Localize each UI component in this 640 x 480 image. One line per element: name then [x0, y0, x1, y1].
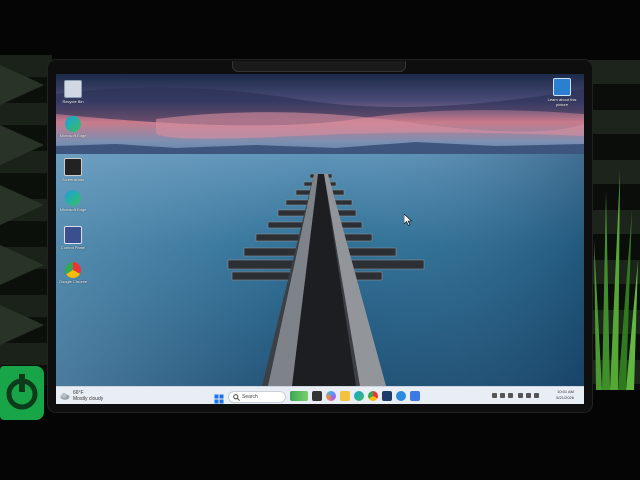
widgets-button[interactable]: [290, 391, 308, 401]
edge-icon: [65, 190, 81, 206]
desktop-icon-label: Control Panel: [60, 245, 86, 250]
start-button[interactable]: [214, 391, 224, 404]
camera-notch: [232, 61, 406, 72]
taskbar-clock[interactable]: 10:01 AM 5/21/2026: [534, 389, 574, 403]
recycle-bin-icon: [64, 80, 82, 98]
cloud-icon: [60, 393, 70, 400]
tray-app-icon[interactable]: [500, 393, 505, 398]
desktop-icon-label: Screenshots: [61, 177, 85, 182]
control-panel-icon: [64, 226, 82, 244]
folder-icon: [64, 158, 82, 176]
mouse-cursor-icon: [404, 214, 412, 226]
photos-icon[interactable]: [410, 391, 420, 401]
power-icon: [6, 374, 38, 410]
laptop-screen: Recycle Bin Microsoft Edge Screenshots M…: [56, 74, 584, 404]
desktop-icon-label: Learn about this picture: [547, 97, 577, 107]
weather-condition: Mostly cloudy: [73, 396, 104, 402]
desktop-icon-chrome[interactable]: Google Chrome: [58, 262, 88, 284]
power-logo-badge: [0, 366, 44, 420]
weather-widget[interactable]: 66°F Mostly cloudy: [60, 390, 120, 402]
foam-spike: [0, 305, 44, 345]
desktop-wallpaper: [56, 74, 584, 386]
chrome-icon: [65, 262, 81, 278]
tray-app-icon[interactable]: [508, 393, 513, 398]
foam-spike: [0, 185, 44, 225]
desktop-icon-control-panel[interactable]: Control Panel: [58, 226, 88, 250]
chevron-up-icon[interactable]: [492, 393, 497, 398]
search-icon: [233, 393, 240, 401]
clock-date: 5/21/2026: [556, 395, 574, 400]
foam-spike: [0, 65, 44, 105]
desktop-icon-label: Google Chrome: [58, 279, 88, 284]
desktop-icon-edge-2[interactable]: Microsoft Edge: [58, 190, 88, 212]
volume-icon[interactable]: [526, 393, 531, 398]
file-explorer-icon[interactable]: [340, 391, 350, 401]
store-icon[interactable]: [382, 391, 392, 401]
learn-picture-icon: [553, 78, 571, 96]
desktop-icon-screenshots[interactable]: Screenshots: [58, 158, 88, 182]
copilot-icon[interactable]: [326, 391, 336, 401]
acoustic-foam-left: [0, 55, 52, 385]
chrome-taskbar-icon[interactable]: [368, 391, 378, 401]
task-view-button[interactable]: [312, 391, 322, 401]
desktop-icon-edge[interactable]: Microsoft Edge: [58, 116, 88, 138]
desktop-icon-learn-picture[interactable]: Learn about this picture: [546, 78, 578, 107]
desktop-icon-label: Recycle Bin: [62, 99, 84, 104]
plant-decoration: [594, 170, 638, 390]
taskbar: 66°F Mostly cloudy Search 10:01 AM 5/21/…: [56, 386, 584, 404]
edge-icon: [65, 116, 81, 132]
desktop-icon-label: Microsoft Edge: [59, 133, 87, 138]
taskbar-search-box[interactable]: Search: [228, 391, 286, 403]
wifi-icon[interactable]: [518, 393, 523, 398]
edge-beta-icon[interactable]: [396, 391, 406, 401]
foam-spike: [0, 125, 44, 165]
edge-taskbar-icon[interactable]: [354, 391, 364, 401]
desktop-icon-label: Microsoft Edge: [59, 207, 87, 212]
foam-spike: [0, 245, 44, 285]
windows-start-icon: [214, 394, 224, 404]
desktop-icon-recycle-bin[interactable]: Recycle Bin: [58, 80, 88, 104]
search-placeholder: Search: [242, 394, 258, 400]
